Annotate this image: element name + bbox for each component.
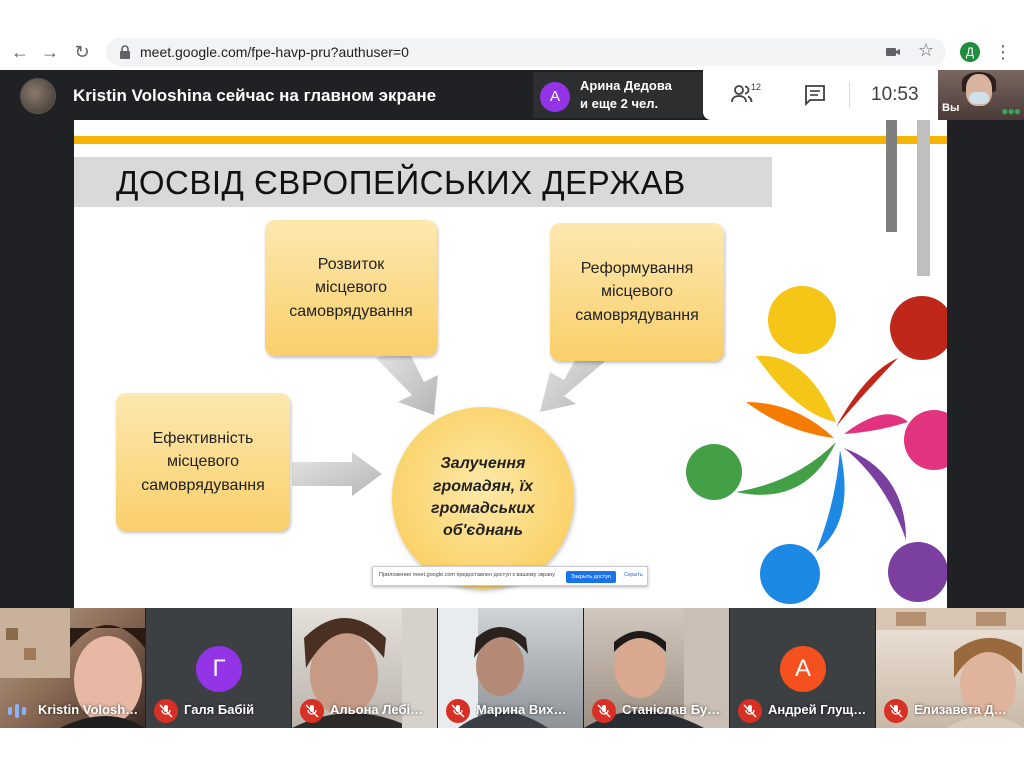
bookmark-star-icon[interactable]: ☆: [918, 40, 934, 61]
shared-screen-slide: ДОСВІД ЄВРОПЕЙСЬКИХ ДЕРЖАВ Розвиток місц…: [74, 120, 947, 608]
profile-avatar[interactable]: Д: [960, 42, 980, 62]
joiner-name: Арина Дедова: [580, 78, 672, 93]
address-bar[interactable]: meet.google.com/fpe-havp-pru?authuser=0 …: [106, 38, 946, 66]
participant-avatar: Г: [196, 646, 242, 692]
self-view-tile[interactable]: Вы ●●●: [938, 70, 1024, 120]
self-options-icon[interactable]: ●●●: [1001, 104, 1021, 118]
meet-top-bar: Kristin Voloshina сейчас на главном экра…: [0, 70, 1024, 120]
stop-sharing-button[interactable]: Закрыть доступ: [566, 571, 616, 583]
chat-button[interactable]: [804, 84, 826, 107]
muted-mic-icon: [738, 699, 762, 723]
participant-tile[interactable]: Станіслав Бу…: [584, 608, 729, 728]
participant-name: Андрей Глущ…: [768, 702, 867, 717]
participant-name: Елизавета Д…: [914, 702, 1007, 717]
participant-avatar: А: [780, 646, 826, 692]
arrow-left: [292, 452, 382, 496]
browser-menu-icon[interactable]: ⋮: [994, 40, 1012, 64]
url-text: meet.google.com/fpe-havp-pru?authuser=0: [140, 44, 409, 60]
join-notification: А Арина Дедова и еще 2 чел.: [533, 72, 703, 118]
chat-icon: [805, 85, 825, 107]
meeting-controls: 12 10:53: [703, 70, 938, 120]
participant-tile[interactable]: Альона Лебі…: [292, 608, 437, 728]
muted-mic-icon: [592, 699, 616, 723]
people-icon: [731, 85, 753, 103]
muted-mic-icon: [154, 699, 178, 723]
people-circle-logo: [686, 286, 947, 604]
speaking-indicator-icon: [8, 704, 26, 718]
participant-name: Станіслав Бу…: [622, 702, 721, 717]
participant-tile[interactable]: Г Галя Бабій: [146, 608, 291, 728]
participant-strip: Kristin Volosh… Г Галя Бабій Альона Лебі…: [0, 608, 1024, 728]
participant-name: Галя Бабій: [184, 702, 255, 717]
muted-mic-icon: [446, 699, 470, 723]
participant-tile[interactable]: Kristin Volosh…: [0, 608, 145, 728]
presenter-status: Kristin Voloshina сейчас на главном экра…: [73, 86, 437, 105]
participant-tile[interactable]: А Андрей Глущ…: [730, 608, 875, 728]
presenter-avatar: [20, 78, 56, 114]
participant-tile[interactable]: Марина Вих…: [438, 608, 583, 728]
controls-divider: [849, 82, 850, 108]
meet-window: Kristin Voloshina сейчас на главном экра…: [0, 70, 1024, 728]
self-mask: [969, 92, 989, 104]
participants-button[interactable]: 12: [731, 82, 763, 108]
participant-name: Kristin Volosh…: [38, 702, 139, 717]
browser-chrome: ← → ↻ meet.google.com/fpe-havp-pru?authu…: [0, 0, 1024, 70]
center-circle: Залучення громадян, їх громадських об'єд…: [392, 407, 574, 589]
participant-name: Альона Лебі…: [330, 702, 424, 717]
muted-mic-icon: [300, 699, 324, 723]
joiner-others: и еще 2 чел.: [580, 96, 659, 111]
back-icon[interactable]: ←: [8, 40, 32, 64]
screen-share-text: Приложение meet.google.com предоставлен …: [379, 572, 556, 578]
self-label: Вы: [942, 102, 960, 114]
meeting-clock: 10:53: [871, 84, 919, 105]
muted-mic-icon: [884, 699, 908, 723]
page-bottom-margin: [0, 728, 1024, 768]
hide-notice-link[interactable]: Скрыть: [624, 572, 643, 578]
participant-name: Марина Вих…: [476, 702, 567, 717]
arrow-top-left: [376, 346, 438, 415]
camera-in-use-icon[interactable]: [884, 43, 902, 61]
reload-icon[interactable]: ↻: [70, 40, 94, 64]
joiner-avatar: А: [540, 82, 570, 112]
forward-icon[interactable]: →: [38, 40, 62, 64]
participants-count: 12: [751, 82, 762, 92]
screen-share-notice: Приложение meet.google.com предоставлен …: [372, 566, 648, 586]
box-development: Розвиток місцевого самоврядування: [265, 220, 437, 356]
box-efficiency: Ефективність місцевого самоврядування: [116, 393, 290, 531]
participant-tile[interactable]: Елизавета Д…: [876, 608, 1024, 728]
lock-icon: [120, 45, 130, 59]
